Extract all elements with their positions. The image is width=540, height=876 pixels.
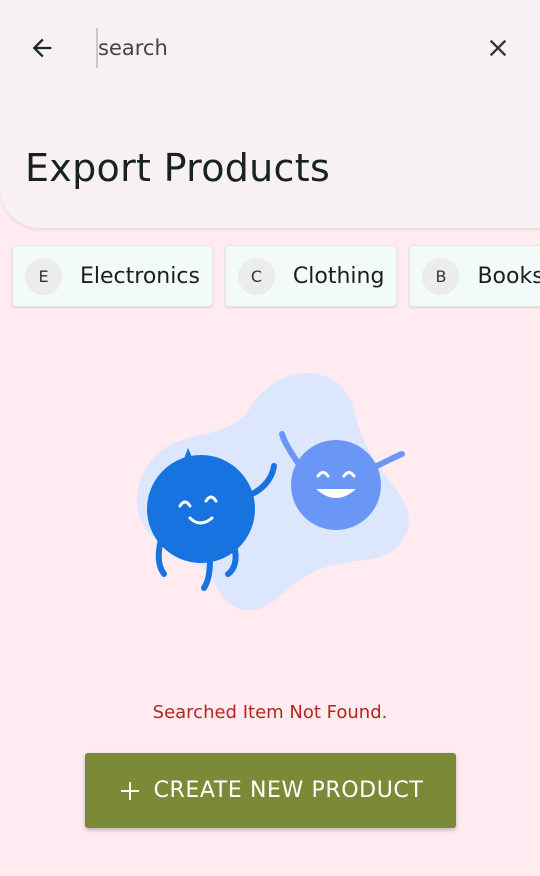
chip-avatar: B	[422, 257, 460, 295]
category-chip-electronics[interactable]: E Electronics	[12, 245, 213, 307]
search-input[interactable]	[96, 28, 458, 68]
chip-label: Clothing	[292, 263, 385, 289]
plus-icon	[118, 779, 142, 803]
page-title: Export Products	[25, 146, 331, 190]
arrow-left-icon	[32, 38, 52, 58]
category-chips: E Electronics C Clothing B Books	[12, 245, 540, 307]
clear-search-button[interactable]	[478, 28, 518, 68]
create-button-label: CREATE NEW PRODUCT	[153, 778, 424, 803]
chip-avatar: E	[25, 257, 62, 295]
category-chip-clothing[interactable]: C Clothing	[224, 245, 398, 307]
create-new-product-button[interactable]: CREATE NEW PRODUCT	[85, 753, 456, 828]
top-app-bar: Export Products	[0, 0, 540, 228]
back-button[interactable]	[22, 28, 62, 68]
close-icon	[489, 39, 507, 57]
chip-label: Electronics	[80, 263, 200, 289]
chip-avatar: C	[237, 257, 275, 295]
empty-state-illustration	[136, 372, 409, 611]
empty-state-message: Searched Item Not Found.	[152, 702, 388, 723]
chip-label: Books	[477, 263, 540, 289]
category-chip-books[interactable]: B Books	[409, 245, 540, 307]
